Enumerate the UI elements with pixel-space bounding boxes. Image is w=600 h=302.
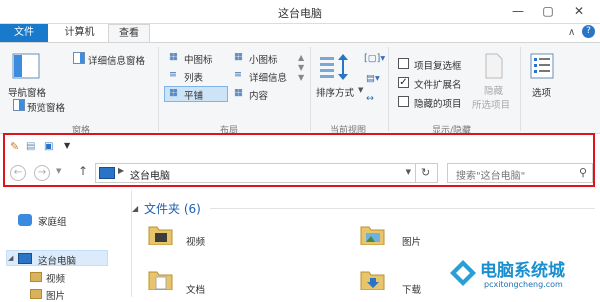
hide-button[interactable]: 隐藏 bbox=[484, 83, 503, 97]
tiles-icon: ▦ bbox=[169, 87, 178, 98]
content-icon: ▦ bbox=[234, 87, 243, 98]
hidden-items-label: 隐藏的项目 bbox=[414, 99, 462, 110]
refresh-icon: ↻ bbox=[421, 166, 431, 179]
collapse-group-icon[interactable]: ◢ bbox=[132, 204, 138, 213]
pictures-folder-icon bbox=[360, 226, 385, 245]
layout-details[interactable]: 详细信息 bbox=[249, 70, 287, 84]
forward-button[interactable]: → bbox=[34, 165, 50, 181]
folders-group-header[interactable]: 文件夹 (6) bbox=[144, 200, 201, 217]
close-button[interactable]: ✕ bbox=[566, 0, 592, 22]
divider bbox=[520, 47, 521, 131]
search-box[interactable]: 搜索"这台电脑" ⚲ bbox=[447, 163, 593, 183]
hide-selected-icon bbox=[485, 53, 503, 79]
watermark-text: 电脑系统城 bbox=[480, 261, 565, 281]
customize-toolbar-icon[interactable]: ▼ bbox=[64, 141, 70, 150]
refresh-button[interactable]: ↻ bbox=[416, 163, 438, 183]
up-button[interactable]: ↑ bbox=[78, 164, 88, 178]
details-pane-button[interactable]: 详细信息窗格 bbox=[88, 53, 145, 67]
nav-item-homegroup[interactable]: 家庭组 bbox=[38, 214, 67, 228]
expand-arrow-icon[interactable]: ◢ bbox=[8, 254, 13, 262]
details-icon: ≡ bbox=[234, 69, 242, 80]
group-by-icon[interactable]: [▢]▾ bbox=[364, 53, 385, 64]
ribbon-collapse-icon[interactable]: ∧ bbox=[568, 27, 575, 38]
layout-small-icons[interactable]: 小图标 bbox=[249, 52, 278, 66]
ribbon: 导航窗格 预览窗格 详细信息窗格 窗格 ▦ 中图标 ▦ 小图标 ≡ 列表 ≡ 详… bbox=[0, 42, 600, 136]
group-divider bbox=[210, 208, 595, 209]
layout-list[interactable]: 列表 bbox=[184, 70, 203, 84]
search-input[interactable]: 搜索"这台电脑" bbox=[456, 167, 525, 182]
folder-item-pictures[interactable]: 图片 bbox=[402, 234, 421, 248]
nav-label-this-pc: 这台电脑 bbox=[38, 256, 77, 267]
tab-computer[interactable]: 计算机 bbox=[52, 24, 107, 42]
properties-icon[interactable]: ✎ bbox=[10, 140, 19, 153]
options-icon bbox=[530, 53, 554, 79]
preview-pane-button[interactable]: 预览窗格 bbox=[27, 100, 65, 114]
computer-icon bbox=[99, 167, 115, 179]
videos-folder-icon bbox=[148, 226, 173, 245]
downloads-folder-icon bbox=[360, 271, 385, 290]
address-bar[interactable]: ▶ 这台电脑 ▼ bbox=[95, 163, 416, 183]
small-icons-icon: ▦ bbox=[234, 51, 243, 62]
list-icon: ≡ bbox=[169, 69, 177, 80]
divider bbox=[158, 47, 159, 131]
back-button[interactable]: ← bbox=[10, 165, 26, 181]
breadcrumb-arrow-icon[interactable]: ▶ bbox=[118, 166, 124, 175]
pictures-folder-icon bbox=[30, 289, 42, 299]
watermark-logo-icon bbox=[450, 260, 476, 286]
medium-icons-icon: ▦ bbox=[169, 51, 178, 62]
new-folder-icon[interactable]: ▤ bbox=[26, 141, 35, 152]
watermark-url: pcxitongcheng.com bbox=[484, 280, 563, 289]
layout-medium-icons[interactable]: 中图标 bbox=[184, 52, 213, 66]
homegroup-icon bbox=[18, 214, 32, 226]
details-pane-icon bbox=[73, 52, 85, 64]
folder-item-videos[interactable]: 视频 bbox=[186, 234, 205, 248]
sort-dropdown-icon[interactable]: ▼ bbox=[358, 86, 363, 94]
layout-tiles[interactable]: 平铺 bbox=[184, 88, 203, 102]
tab-file[interactable]: 文件 bbox=[0, 24, 48, 42]
folder-item-documents[interactable]: 文档 bbox=[186, 282, 205, 296]
documents-folder-icon bbox=[148, 271, 173, 290]
navigation-pane bbox=[0, 190, 132, 297]
ribbon-tabs: 文件 计算机 查看 ∧ ? bbox=[0, 24, 600, 42]
hidden-items-checkbox[interactable] bbox=[398, 96, 409, 107]
preview-pane-icon bbox=[13, 99, 25, 111]
size-columns-icon[interactable]: ↔ bbox=[366, 93, 374, 104]
navigation-pane-button[interactable]: 导航窗格 bbox=[8, 85, 46, 99]
minimize-button[interactable]: — bbox=[505, 0, 531, 22]
videos-folder-icon bbox=[30, 272, 42, 282]
sort-by-icon bbox=[320, 54, 348, 80]
recent-locations-icon[interactable]: ▼ bbox=[56, 167, 61, 175]
nav-item-videos[interactable]: 视频 bbox=[46, 271, 65, 285]
folder-item-downloads[interactable]: 下载 bbox=[402, 282, 421, 296]
address-location[interactable]: 这台电脑 bbox=[130, 167, 170, 182]
title-bar: 这台电脑 — ▢ ✕ bbox=[0, 0, 600, 24]
file-extensions-label: 文件扩展名 bbox=[414, 80, 462, 91]
divider bbox=[310, 47, 311, 131]
help-icon[interactable]: ? bbox=[582, 25, 595, 38]
search-icon[interactable]: ⚲ bbox=[579, 166, 587, 179]
add-columns-icon[interactable]: ▤▾ bbox=[366, 73, 380, 84]
navigation-pane-icon bbox=[12, 53, 40, 79]
options-button[interactable]: 选项 bbox=[532, 85, 551, 99]
layout-content[interactable]: 内容 bbox=[249, 88, 268, 102]
pane-toggle-icon[interactable]: ▣ bbox=[44, 141, 53, 152]
nav-item-pictures[interactable]: 图片 bbox=[46, 288, 65, 302]
address-dropdown-icon[interactable]: ▼ bbox=[406, 168, 411, 176]
item-checkboxes-checkbox[interactable] bbox=[398, 58, 409, 69]
watermark: 电脑系统城 pcxitongcheng.com bbox=[448, 250, 600, 297]
layout-scroll-icon[interactable]: ▲ ▼ ▼ bbox=[298, 53, 304, 83]
divider bbox=[388, 47, 389, 131]
file-extensions-checkbox[interactable]: ✓ bbox=[398, 77, 409, 88]
maximize-button[interactable]: ▢ bbox=[535, 0, 561, 22]
selected-items-label: 所选项目 bbox=[472, 100, 511, 111]
tab-view[interactable]: 查看 bbox=[108, 24, 150, 42]
sort-by-button[interactable]: 排序方式 bbox=[316, 85, 354, 99]
item-checkboxes-label: 项目复选框 bbox=[414, 61, 462, 72]
this-pc-icon bbox=[18, 253, 32, 264]
